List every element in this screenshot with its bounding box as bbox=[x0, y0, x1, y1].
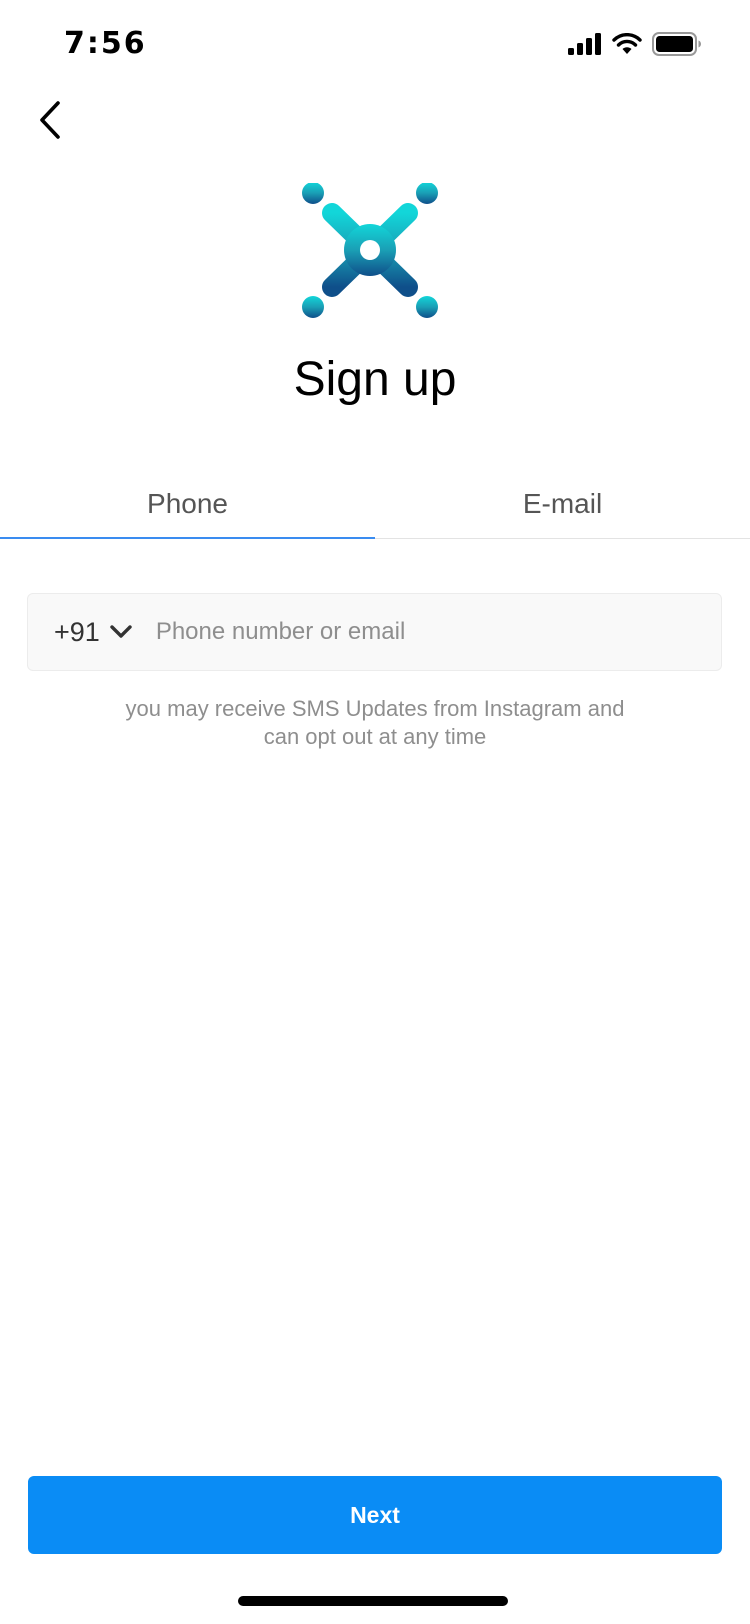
chevron-down-icon bbox=[110, 625, 132, 638]
status-icons bbox=[568, 32, 702, 56]
signup-method-tabs: Phone E-mail bbox=[0, 470, 750, 539]
country-code-selector[interactable]: +91 bbox=[28, 617, 132, 648]
next-button[interactable]: Next bbox=[28, 1476, 722, 1554]
status-time: 7:56 bbox=[64, 26, 147, 61]
country-code: +91 bbox=[54, 616, 100, 647]
wifi-icon bbox=[612, 33, 642, 54]
app-logo bbox=[300, 182, 450, 333]
status-bar: 7:56 bbox=[0, 0, 750, 90]
phone-field: +91 bbox=[27, 593, 722, 671]
page-title: Sign up bbox=[293, 353, 457, 406]
chevron-left-icon bbox=[40, 101, 60, 139]
battery-icon bbox=[652, 32, 701, 56]
sms-note-line-2: can opt out at any time bbox=[263, 724, 487, 749]
sms-note-line-1: you may receive SMS Updates from Instagr… bbox=[125, 696, 625, 721]
back-button[interactable] bbox=[22, 92, 78, 148]
home-indicator bbox=[238, 1596, 508, 1606]
tab-phone[interactable]: Phone bbox=[0, 470, 375, 539]
sms-note: you may receive SMS Updates from Instagr… bbox=[75, 695, 675, 751]
cellular-signal-icon bbox=[568, 33, 601, 55]
phone-input[interactable] bbox=[153, 593, 721, 671]
app-logo-icon bbox=[302, 182, 438, 318]
tab-email[interactable]: E-mail bbox=[375, 470, 750, 538]
